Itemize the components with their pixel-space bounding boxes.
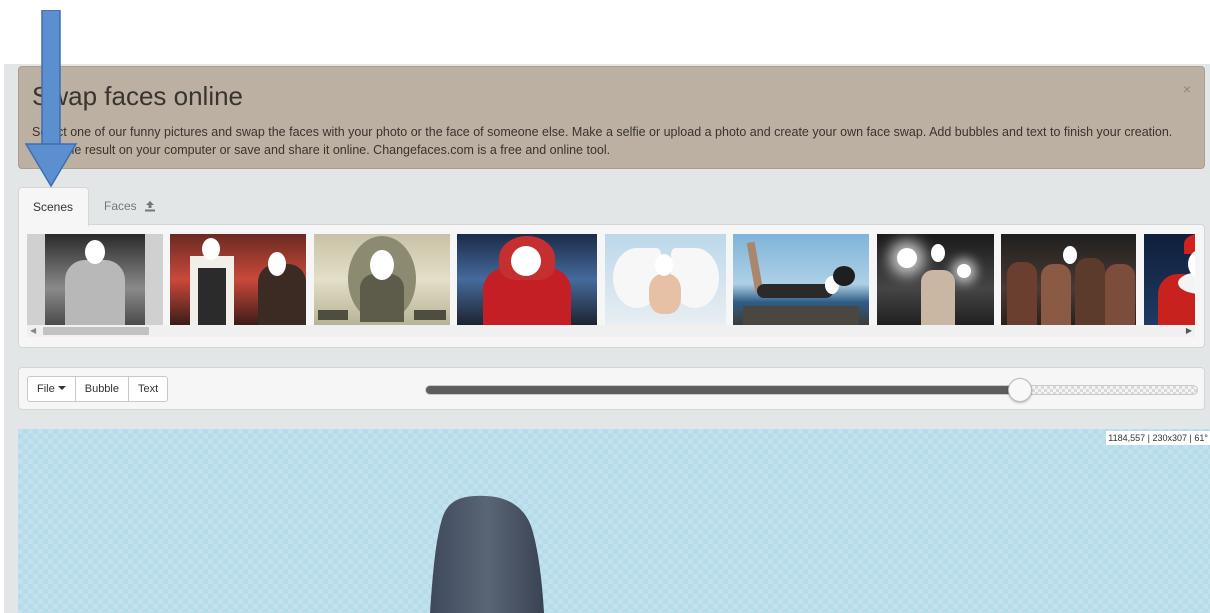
scrollbar-thumb[interactable]: [43, 327, 149, 335]
page: Swap faces online Select one of our funn…: [4, 64, 1210, 613]
tab-faces-label: Faces: [104, 199, 137, 213]
scroll-left-icon[interactable]: ◀: [30, 326, 36, 335]
scene-thumb-football[interactable]: [457, 234, 598, 325]
scene-thumb-yoga[interactable]: [733, 234, 870, 325]
scene-thumb-dollar[interactable]: [313, 234, 450, 325]
scene-thumb-party[interactable]: [1001, 234, 1137, 325]
annotation-arrow-icon: [24, 10, 78, 188]
scenes-scrollbar[interactable]: ◀ ▶: [27, 325, 1195, 337]
tab-scenes-label: Scenes: [33, 200, 74, 214]
upload-icon: [145, 201, 156, 212]
canvas-readout: 1184,557 | 230x307 | 61°: [1106, 431, 1210, 445]
caret-down-icon: [57, 386, 66, 390]
scene-thumb-santa[interactable]: [1143, 234, 1195, 325]
intro-banner: Swap faces online Select one of our funn…: [18, 66, 1205, 169]
file-menu-button[interactable]: File: [27, 376, 76, 402]
scene-thumbnails: [27, 234, 1195, 325]
scenes-panel: ◀ ▶: [18, 224, 1205, 348]
intro-text: Select one of our funny pictures and swa…: [32, 125, 1173, 157]
editor-toolbar: File Bubble Text: [18, 367, 1205, 410]
scene-thumb-bartender[interactable]: [170, 234, 307, 325]
scroll-right-icon[interactable]: ▶: [1186, 326, 1192, 335]
tab-faces[interactable]: Faces: [90, 187, 170, 225]
editor-canvas[interactable]: 1184,557 | 230x307 | 61°: [18, 429, 1210, 613]
scene-rock-image: [430, 495, 544, 613]
text-button[interactable]: Text: [128, 376, 169, 402]
slider-fill: [426, 386, 1020, 394]
scene-thumb-angel[interactable]: [604, 234, 726, 325]
close-icon[interactable]: ×: [1183, 81, 1191, 97]
scene-thumb-statue[interactable]: [27, 234, 163, 325]
toolbar-button-group: File Bubble Text: [27, 376, 169, 402]
tab-scenes[interactable]: Scenes: [18, 187, 89, 226]
opacity-slider[interactable]: [425, 378, 1198, 402]
bubble-button[interactable]: Bubble: [74, 376, 129, 402]
scene-thumb-paparazzi[interactable]: [876, 234, 994, 325]
slider-handle[interactable]: [1008, 378, 1032, 402]
file-label: File: [37, 383, 55, 395]
